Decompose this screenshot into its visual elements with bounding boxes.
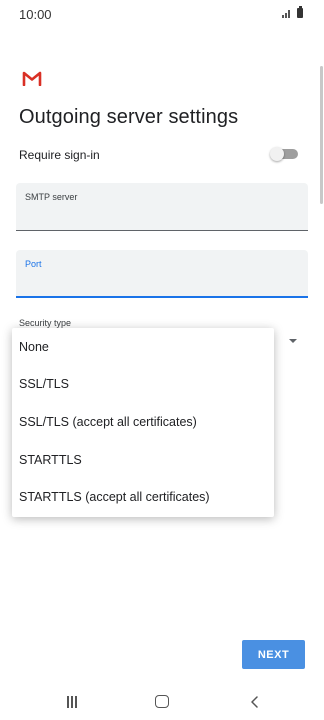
smtp-server-input[interactable] (25, 207, 295, 225)
security-option-starttls-accept-all[interactable]: STARTTLS (accept all certificates) (12, 479, 274, 516)
toggle-thumb (270, 147, 284, 161)
require-signin-label: Require sign-in (19, 148, 100, 162)
security-option-starttls[interactable]: STARTTLS (12, 442, 274, 479)
security-option-none[interactable]: None (12, 329, 274, 366)
page-title: Outgoing server settings (19, 106, 239, 128)
security-option-ssl-tls[interactable]: SSL/TLS (12, 366, 274, 403)
security-type-dropdown-menu: None SSL/TLS SSL/TLS (accept all certifi… (12, 328, 274, 517)
smtp-server-label: SMTP server (25, 192, 78, 202)
home-icon[interactable] (155, 695, 169, 708)
back-icon[interactable] (249, 696, 261, 708)
next-button[interactable]: NEXT (242, 640, 305, 669)
status-bar: 10:00 (0, 0, 324, 28)
battery-icon (297, 6, 303, 18)
signal-strength-icon (282, 10, 292, 18)
port-label: Port (25, 259, 42, 269)
port-field[interactable]: Port (16, 250, 308, 298)
gmail-logo-icon (22, 71, 42, 86)
require-signin-toggle[interactable] (270, 147, 298, 161)
scrollbar[interactable] (320, 66, 323, 204)
security-type-label: Security type (19, 318, 72, 328)
status-time: 10:00 (19, 7, 52, 22)
port-input[interactable] (25, 274, 295, 292)
security-option-ssl-tls-accept-all[interactable]: SSL/TLS (accept all certificates) (12, 404, 274, 441)
smtp-server-field[interactable]: SMTP server (16, 183, 308, 231)
navigation-bar (0, 684, 324, 720)
dropdown-arrow-icon[interactable] (289, 339, 297, 343)
recent-apps-icon[interactable] (66, 696, 78, 708)
